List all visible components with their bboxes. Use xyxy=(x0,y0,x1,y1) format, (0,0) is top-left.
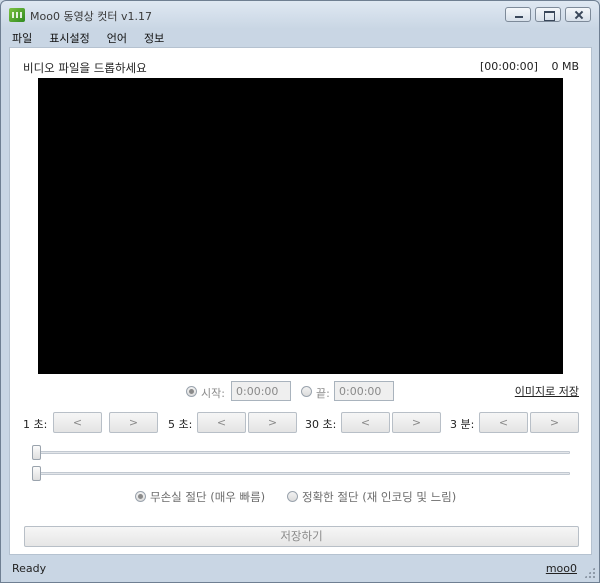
end-time-field[interactable]: 0:00:00 xyxy=(334,381,394,401)
start-position-slider[interactable] xyxy=(32,445,570,460)
slider-track xyxy=(32,451,570,454)
end-slider-thumb[interactable] xyxy=(32,466,41,481)
end-label: 끝: xyxy=(316,387,330,400)
resize-grip-icon[interactable] xyxy=(584,567,595,578)
menu-about[interactable]: 정보 xyxy=(134,28,171,46)
menu-bar: 파일 표시설정 언어 정보 xyxy=(2,28,598,46)
cut-range: 시작: 0:00:00 끝: 0:00:00 이미지로 저장 xyxy=(10,381,591,403)
step-back-1s-button[interactable]: < xyxy=(53,412,102,433)
window-controls xyxy=(505,7,591,22)
end-radio[interactable] xyxy=(301,386,312,397)
status-bar: Ready moo0 xyxy=(2,557,599,582)
step-label-1s: 1 초: xyxy=(23,418,48,431)
app-window: Moo0 동영상 컷터 v1.17 파일 표시설정 언어 정보 비디오 파일을 … xyxy=(0,0,600,583)
menu-view-settings[interactable]: 표시설정 xyxy=(39,28,96,46)
step-controls: 1 초: < > 5 초: < > 30 초: < > 3 분: < > xyxy=(10,412,591,434)
step-forward-3m-button[interactable]: > xyxy=(530,412,579,433)
cut-mode-options: 무손실 절단 (매우 빠름) 정확한 절단 (재 인코딩 및 느림) xyxy=(10,489,591,507)
start-slider-thumb[interactable] xyxy=(32,445,41,460)
menu-language[interactable]: 언어 xyxy=(97,28,134,46)
lossless-cut-option[interactable]: 무손실 절단 (매우 빠름) xyxy=(135,489,265,505)
step-label-30s: 30 초: xyxy=(305,418,337,431)
end-position-slider[interactable] xyxy=(32,466,570,481)
video-preview[interactable] xyxy=(38,78,563,374)
step-back-30s-button[interactable]: < xyxy=(341,412,390,433)
start-time-field[interactable]: 0:00:00 xyxy=(231,381,291,401)
step-forward-30s-button[interactable]: > xyxy=(392,412,441,433)
accurate-radio[interactable] xyxy=(287,491,298,502)
file-size: 0 MB xyxy=(551,60,579,73)
maximize-icon xyxy=(536,8,560,21)
lossless-label: 무손실 절단 (매우 빠름) xyxy=(150,490,266,504)
moo0-link[interactable]: moo0 xyxy=(546,562,577,575)
step-label-5s: 5 초: xyxy=(168,418,193,431)
start-label: 시작: xyxy=(201,387,225,400)
main-panel: 비디오 파일을 드롭하세요 [00:00:00] 0 MB 시작: 0:00:0… xyxy=(9,47,592,555)
file-info: [00:00:00] 0 MB xyxy=(480,60,579,73)
minimize-button[interactable] xyxy=(505,7,531,22)
close-icon xyxy=(566,8,590,21)
minimize-icon xyxy=(506,8,530,21)
film-icon xyxy=(9,8,25,22)
drop-hint: 비디오 파일을 드롭하세요 xyxy=(23,61,147,75)
accurate-cut-option[interactable]: 정확한 절단 (재 인코딩 및 느림) xyxy=(287,489,456,505)
status-text: Ready xyxy=(12,562,47,575)
maximize-button[interactable] xyxy=(535,7,561,22)
lossless-radio[interactable] xyxy=(135,491,146,502)
slider-track xyxy=(32,472,570,475)
save-button[interactable]: 저장하기 xyxy=(24,526,579,547)
accurate-label: 정확한 절단 (재 인코딩 및 느림) xyxy=(302,490,457,504)
menu-file[interactable]: 파일 xyxy=(2,28,39,46)
close-button[interactable] xyxy=(565,7,591,22)
step-back-5s-button[interactable]: < xyxy=(197,412,246,433)
start-radio[interactable] xyxy=(186,386,197,397)
step-forward-1s-button[interactable]: > xyxy=(109,412,158,433)
timecode: [00:00:00] xyxy=(479,60,538,73)
save-image-link[interactable]: 이미지로 저장 xyxy=(515,383,579,399)
step-back-3m-button[interactable]: < xyxy=(479,412,528,433)
title-bar[interactable]: Moo0 동영상 컷터 v1.17 xyxy=(1,1,599,28)
step-label-3m: 3 분: xyxy=(450,418,475,431)
window-title: Moo0 동영상 컷터 v1.17 xyxy=(30,10,153,23)
step-forward-5s-button[interactable]: > xyxy=(248,412,297,433)
